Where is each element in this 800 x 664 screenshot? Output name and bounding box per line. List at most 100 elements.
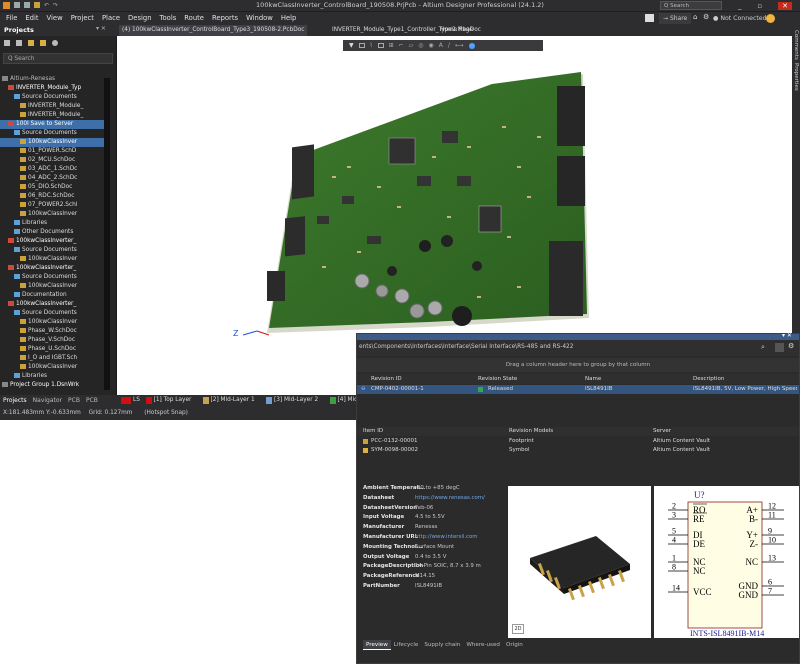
tree-item[interactable]: Other Documents: [0, 228, 110, 237]
close-button[interactable]: ✕: [778, 2, 792, 10]
document-tab[interactable]: (4) 100kwClassInverter_ControlBoard_Type…: [119, 25, 308, 36]
tree-item[interactable]: 100l Save to Server: [0, 120, 110, 129]
tree-item[interactable]: Libraries: [0, 372, 110, 381]
list-item[interactable]: PCC-0132-00001 Footprint Altium Content …: [357, 437, 799, 446]
home-icon[interactable]: ⌂: [693, 13, 697, 21]
tree-item[interactable]: Source Documents: [0, 129, 110, 138]
user-avatar[interactable]: [766, 14, 775, 23]
global-search-input[interactable]: Q Search: [660, 1, 722, 10]
property-value[interactable]: https://www.renesas.com/: [415, 495, 485, 501]
tab-lifecycle[interactable]: Lifecycle: [391, 640, 422, 650]
panel-tab-pcb[interactable]: PCB: [65, 397, 83, 404]
tree-item[interactable]: 02_MCU.SchDoc: [0, 156, 110, 165]
panel-tab-projects[interactable]: Projects: [0, 397, 30, 404]
col-item-id[interactable]: Item ID: [363, 427, 383, 435]
explorer-close-button[interactable]: ▾ ✕: [782, 332, 792, 339]
tree-item[interactable]: 04_ADC_2.SchDc: [0, 174, 110, 183]
tree-item[interactable]: 07_POWER2.Schl: [0, 201, 110, 210]
tree-item[interactable]: 100kwClassInver: [0, 363, 110, 372]
tree-item[interactable]: INVERTER_Module_Typ: [0, 84, 110, 93]
tree-item[interactable]: Libraries: [0, 219, 110, 228]
comments-dock-tab[interactable]: Comments: [793, 30, 799, 60]
tree-item[interactable]: 01_POWER.SchD: [0, 147, 110, 156]
layer-tab[interactable]: [2] Mid-Layer 1: [211, 395, 255, 406]
tree-item[interactable]: 05_DIO.SchDoc: [0, 183, 110, 192]
tree-item[interactable]: Documentation: [0, 291, 110, 300]
property-value[interactable]: http://www.intersil.com: [415, 534, 478, 540]
symbol-preview[interactable]: U? 2 RO 3 RE 5 DI 4 DE 1 NC 8 NC 14 VCC 12 A+ 11 B- 9 Y+ 10 Z-…: [654, 486, 799, 638]
menu-reports[interactable]: Reports: [208, 12, 242, 25]
col-revision-state[interactable]: Revision State: [478, 375, 517, 383]
col-revision-models[interactable]: Revision Models: [509, 427, 553, 435]
menu-window[interactable]: Window: [242, 12, 277, 25]
explorer-settings-icon[interactable]: ⚙: [788, 342, 794, 350]
gear-icon[interactable]: ⚙: [703, 13, 709, 21]
maximize-button[interactable]: ▫: [757, 2, 762, 10]
open-folder-icon[interactable]: [28, 40, 34, 46]
col-revision-id[interactable]: Revision ID: [371, 375, 402, 383]
tree-scrollbar[interactable]: [104, 78, 110, 390]
menu-file[interactable]: File: [2, 12, 21, 25]
settings-icon[interactable]: [52, 40, 58, 46]
explorer-search-icon[interactable]: ⌕: [761, 343, 765, 352]
tree-item[interactable]: 03_ADC_1.SchDc: [0, 165, 110, 174]
layer-tab[interactable]: [1] Top Layer: [154, 395, 192, 406]
tree-item[interactable]: 100kwClassInver: [0, 138, 110, 147]
tree-item[interactable]: Phase_V.SchDoc: [0, 336, 110, 345]
col-server[interactable]: Server: [653, 427, 671, 435]
tree-item[interactable]: INVERTER_Module_: [0, 102, 110, 111]
layer-tab[interactable]: [3] Mid-Layer 2: [274, 395, 318, 406]
new-folder-icon[interactable]: [40, 40, 46, 46]
menu-edit[interactable]: Edit: [21, 12, 42, 25]
menu-place[interactable]: Place: [98, 12, 124, 25]
share-button[interactable]: → Share: [659, 13, 692, 24]
3d-model-preview[interactable]: 2D: [508, 486, 651, 638]
menu-project[interactable]: Project: [67, 12, 98, 25]
tree-item[interactable]: Project Group 1.DsnWrk: [0, 381, 110, 390]
tree-item[interactable]: 100kwClassInverter_: [0, 237, 110, 246]
connection-status[interactable]: ● Not Connected: [713, 12, 767, 25]
tree-item[interactable]: 100kwClassInver: [0, 318, 110, 327]
tree-item[interactable]: 100kwClassInverter_: [0, 264, 110, 273]
tab-origin[interactable]: Origin: [503, 640, 526, 650]
tree-item[interactable]: Altium-Renesas: [0, 75, 110, 84]
menu-view[interactable]: View: [43, 12, 67, 25]
properties-dock-tab[interactable]: Properties: [793, 63, 799, 91]
tree-item[interactable]: 06_RDC.SchDoc: [0, 192, 110, 201]
col-name[interactable]: Name: [585, 375, 601, 383]
tab-preview[interactable]: Preview: [363, 640, 391, 650]
tree-item[interactable]: Source Documents: [0, 246, 110, 255]
tree-item[interactable]: I_O and IGBT.Sch: [0, 354, 110, 363]
list-item[interactable]: SYM-0098-00002 Symbol Altium Content Vau…: [357, 446, 799, 455]
menu-route[interactable]: Route: [180, 12, 208, 25]
document-tab[interactable]: Home Page: [437, 25, 476, 36]
tree-item[interactable]: Source Documents: [0, 273, 110, 282]
toggle-2d-button[interactable]: 2D: [512, 624, 524, 634]
explorer-breadcrumb[interactable]: ents\Components\Interfaces\Interface\Ser…: [359, 344, 573, 350]
tree-item[interactable]: Phase_W.SchDoc: [0, 327, 110, 336]
tree-item[interactable]: Phase_U.SchDoc: [0, 345, 110, 354]
minimize-button[interactable]: _: [738, 2, 742, 10]
tree-item[interactable]: 100kwClassInver: [0, 255, 110, 264]
menu-tools[interactable]: Tools: [156, 12, 181, 25]
save-project-icon[interactable]: [16, 40, 22, 46]
tree-item[interactable]: Source Documents: [0, 309, 110, 318]
tree-item[interactable]: 100kwClassInver: [0, 282, 110, 291]
panel-pin-icon[interactable]: ▾ ✕: [96, 25, 106, 32]
tree-item[interactable]: 100kwClassInverter_: [0, 300, 110, 309]
layer-tab[interactable]: LS: [133, 395, 140, 406]
menu-design[interactable]: Design: [124, 12, 155, 25]
tab-supply-chain[interactable]: Supply chain: [421, 640, 463, 650]
table-row[interactable]: ⊖ CMP-0402-00001-1 Released ISL8491IB IS…: [357, 385, 799, 394]
panel-menu-icon[interactable]: [4, 40, 10, 46]
projects-search-input[interactable]: Q Search: [3, 53, 113, 64]
tree-item[interactable]: Source Documents: [0, 93, 110, 102]
panel-tab-navigator[interactable]: Navigator: [30, 397, 65, 404]
col-description[interactable]: Description: [693, 375, 724, 383]
explorer-view-icon[interactable]: [775, 343, 784, 352]
tab-where-used[interactable]: Where-used: [463, 640, 503, 650]
menu-help[interactable]: Help: [277, 12, 301, 25]
notifications-icon[interactable]: [645, 14, 654, 22]
tree-item[interactable]: INVERTER_Module_: [0, 111, 110, 120]
tree-item[interactable]: 100kwClassInver: [0, 210, 110, 219]
